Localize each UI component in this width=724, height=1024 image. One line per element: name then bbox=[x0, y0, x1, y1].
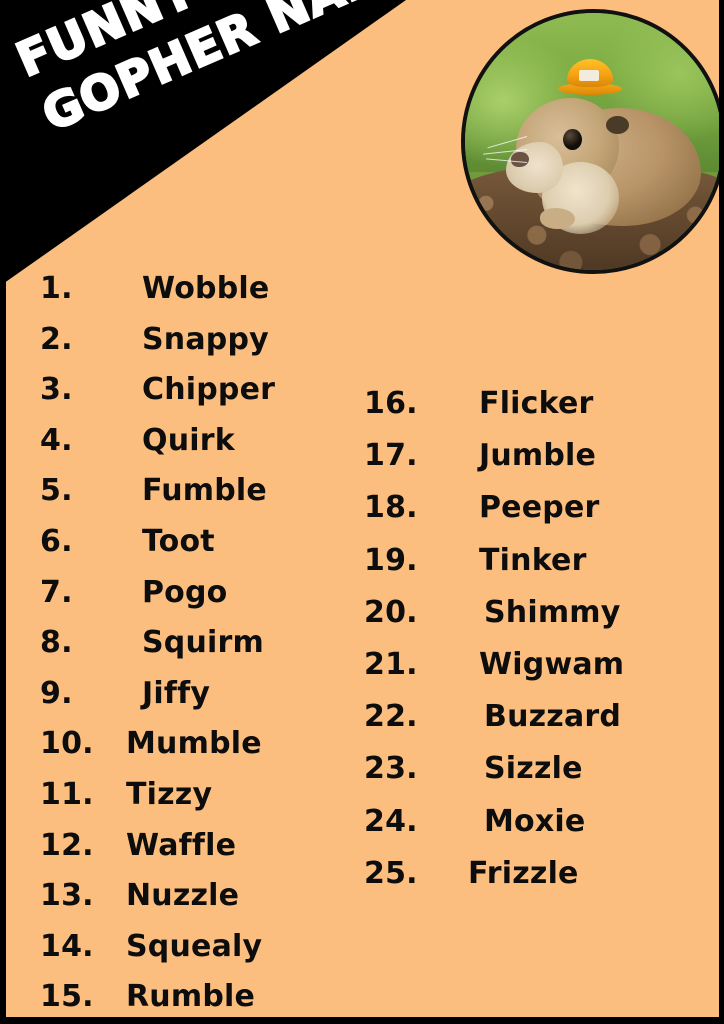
list-item: 25. Frizzle bbox=[364, 856, 694, 908]
gopher-ear bbox=[606, 115, 630, 134]
list-item-number: 23. bbox=[364, 751, 418, 787]
list-item-name: Squealy bbox=[126, 928, 263, 964]
list-item-name: Jiffy bbox=[142, 675, 211, 711]
list-item: 15. Rumble bbox=[40, 979, 340, 1017]
list-item-name: Flicker bbox=[479, 386, 594, 421]
list-item-number: 1. bbox=[40, 271, 73, 306]
poster-canvas: FUNNY GOPHER NAMES 1. Wobble 2. bbox=[0, 0, 724, 1024]
list-item: 2. Snappy bbox=[40, 322, 340, 373]
list-item-name: Jumble bbox=[479, 438, 597, 474]
list-item-name: Quirk bbox=[142, 422, 235, 458]
list-item: 19. Tinker bbox=[364, 543, 694, 595]
list-item: 17. Jumble bbox=[364, 438, 694, 490]
list-item: 7. Pogo bbox=[40, 575, 340, 626]
gopher-photo bbox=[461, 9, 719, 274]
list-item-number: 4. bbox=[40, 422, 73, 458]
list-item-name: Nuzzle bbox=[126, 878, 240, 914]
list-item-number: 15. bbox=[40, 979, 94, 1015]
list-item-number: 20. bbox=[364, 594, 418, 630]
list-item: 22. Buzzard bbox=[364, 699, 694, 751]
list-item-name: Waffle bbox=[126, 827, 237, 863]
list-item: 3. Chipper bbox=[40, 372, 340, 423]
hard-hat-icon bbox=[557, 59, 622, 96]
list-item-name: Peeper bbox=[479, 490, 600, 526]
list-item-name: Toot bbox=[142, 523, 215, 559]
list-item-name: Frizzle bbox=[468, 855, 579, 891]
hard-hat-badge bbox=[579, 70, 599, 81]
name-list-left-column: 1. Wobble 2. Snappy 3. Chipper 4. Quirk … bbox=[40, 271, 340, 1017]
list-item-number: 25. bbox=[364, 855, 418, 891]
list-item-name: Fumble bbox=[142, 473, 267, 509]
list-item: 10. Mumble bbox=[40, 726, 340, 777]
list-item: 20. Shimmy bbox=[364, 595, 694, 647]
list-item-name: Shimmy bbox=[484, 594, 621, 630]
list-item: 6. Toot bbox=[40, 524, 340, 575]
list-item-number: 6. bbox=[40, 523, 73, 559]
list-item: 5. Fumble bbox=[40, 473, 340, 524]
list-item-number: 10. bbox=[40, 726, 94, 762]
gopher-eye bbox=[562, 128, 582, 151]
list-item: 1. Wobble bbox=[40, 271, 340, 322]
list-item-number: 24. bbox=[364, 803, 418, 839]
list-item-number: 12. bbox=[40, 827, 94, 863]
list-item-number: 7. bbox=[40, 574, 73, 610]
list-item-number: 19. bbox=[364, 542, 418, 578]
list-item-number: 2. bbox=[40, 321, 73, 357]
list-item-name: Snappy bbox=[142, 321, 269, 357]
list-item: 18. Peeper bbox=[364, 490, 694, 542]
list-item-name: Squirm bbox=[142, 625, 264, 661]
list-item-number: 5. bbox=[40, 473, 73, 509]
list-item-name: Buzzard bbox=[484, 699, 622, 735]
list-item-number: 21. bbox=[364, 646, 418, 682]
list-item-number: 16. bbox=[364, 386, 418, 421]
list-item-name: Wigwam bbox=[479, 646, 625, 682]
list-item: 21. Wigwam bbox=[364, 647, 694, 699]
list-item-number: 17. bbox=[364, 438, 418, 474]
name-list-right-column: 16. Flicker 17. Jumble 18. Peeper 19. Ti… bbox=[364, 386, 694, 908]
list-item-number: 8. bbox=[40, 625, 73, 661]
list-item-name: Moxie bbox=[484, 803, 586, 839]
list-item-name: Tinker bbox=[479, 542, 587, 578]
list-item-name: Rumble bbox=[126, 979, 256, 1015]
list-item-name: Tizzy bbox=[126, 776, 213, 812]
list-item: 12. Waffle bbox=[40, 828, 340, 879]
list-item: 16. Flicker bbox=[364, 386, 694, 438]
list-item-number: 14. bbox=[40, 928, 94, 964]
list-item-name: Chipper bbox=[142, 372, 276, 408]
list-item-number: 9. bbox=[40, 675, 73, 711]
list-item-number: 3. bbox=[40, 372, 73, 408]
list-item-name: Wobble bbox=[142, 271, 270, 306]
gopher-paw bbox=[539, 208, 576, 229]
list-item: 24. Moxie bbox=[364, 804, 694, 856]
list-item: 4. Quirk bbox=[40, 423, 340, 474]
list-item-name: Mumble bbox=[126, 726, 262, 762]
list-item: 23. Sizzle bbox=[364, 751, 694, 803]
list-item-number: 18. bbox=[364, 490, 418, 526]
list-item-number: 22. bbox=[364, 699, 418, 735]
list-item: 9. Jiffy bbox=[40, 676, 340, 727]
list-item: 13. Nuzzle bbox=[40, 878, 340, 929]
list-item: 14. Squealy bbox=[40, 929, 340, 980]
list-item: 8. Squirm bbox=[40, 625, 340, 676]
list-item-number: 11. bbox=[40, 776, 94, 812]
list-item: 11. Tizzy bbox=[40, 777, 340, 828]
list-item-name: Sizzle bbox=[484, 751, 583, 787]
list-item-number: 13. bbox=[40, 878, 94, 914]
list-item-name: Pogo bbox=[142, 574, 228, 610]
